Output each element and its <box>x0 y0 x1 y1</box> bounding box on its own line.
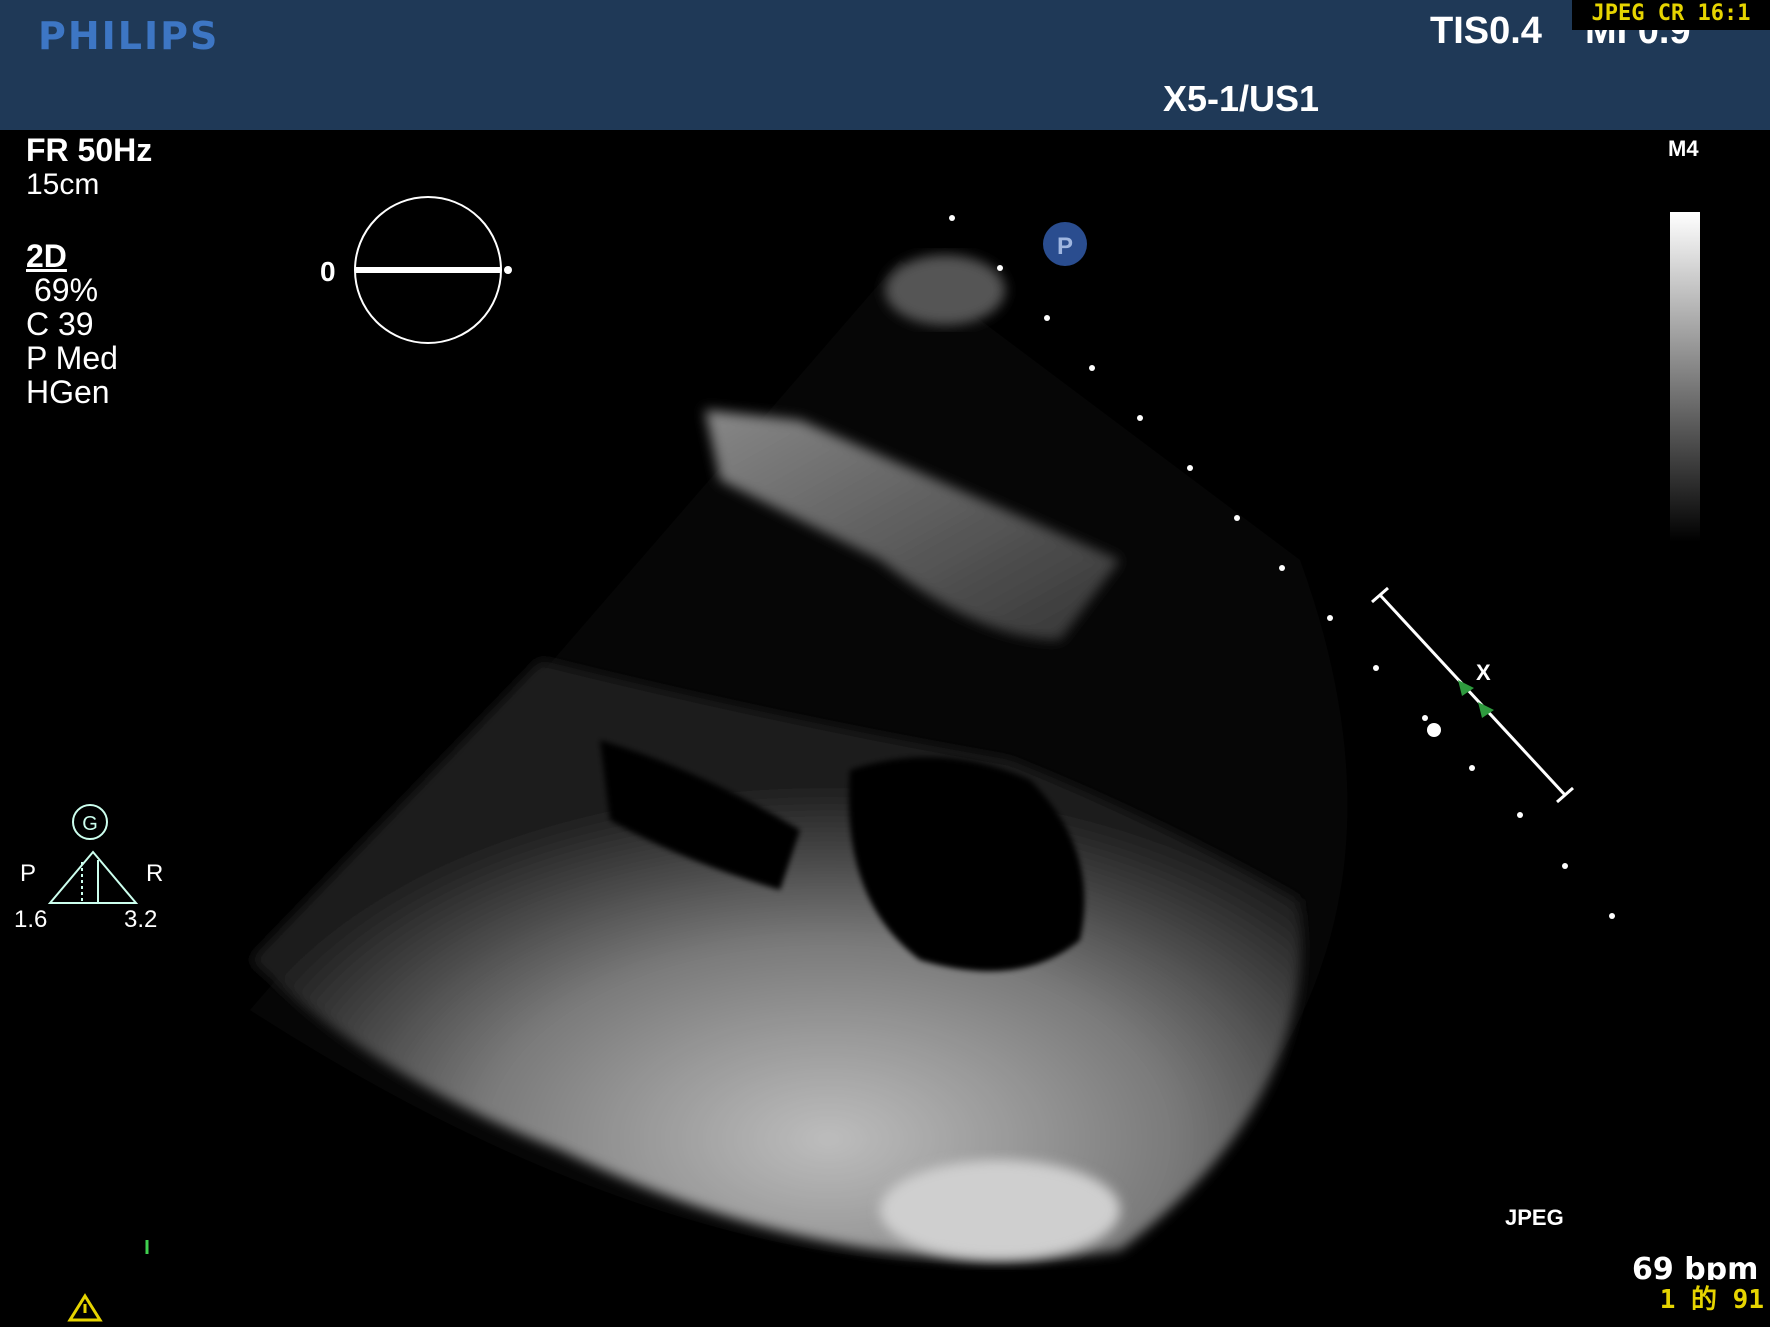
angle-dot <box>504 266 512 274</box>
warning-icon <box>67 1293 103 1322</box>
pr-indicator: G <box>47 804 139 904</box>
ultrasound-canvas: P X G <box>47 196 1615 1322</box>
base-echo <box>880 1160 1120 1260</box>
svg-text:G: G <box>82 813 98 835</box>
svg-text:P: P <box>1057 233 1073 260</box>
svg-text:X: X <box>1476 660 1491 685</box>
near-field-echo <box>885 255 1005 325</box>
position-marker: P <box>1043 222 1087 266</box>
